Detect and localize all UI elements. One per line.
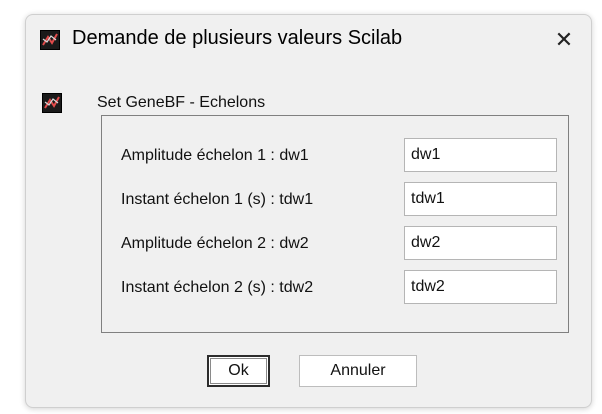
screen: Demande de plusieurs valeurs Scilab ✕ Se… [0, 0, 602, 414]
group-label: Set GeneBF - Echelons [97, 94, 266, 111]
scilab-icon [42, 93, 62, 113]
tdw2-input[interactable] [404, 270, 557, 304]
cancel-button[interactable]: Annuler [299, 355, 417, 387]
title-bar[interactable]: Demande de plusieurs valeurs Scilab ✕ [26, 15, 591, 67]
field-label: Instant échelon 2 (s) : tdw2 [121, 279, 314, 296]
field-label: Amplitude échelon 2 : dw2 [121, 235, 309, 252]
parameters-panel: Amplitude échelon 1 : dw1 Instant échelo… [101, 115, 569, 333]
field-row-tdw1: Instant échelon 1 (s) : tdw1 [102, 182, 568, 218]
tdw1-input[interactable] [404, 182, 557, 216]
close-icon: ✕ [554, 27, 574, 52]
field-row-tdw2: Instant échelon 2 (s) : tdw2 [102, 270, 568, 306]
scilab-icon [40, 30, 60, 50]
field-row-dw2: Amplitude échelon 2 : dw2 [102, 226, 568, 262]
field-label: Amplitude échelon 1 : dw1 [121, 147, 309, 164]
dw2-input[interactable] [404, 226, 557, 260]
ok-button[interactable]: Ok [207, 355, 270, 387]
dw1-input[interactable] [404, 138, 557, 172]
field-row-dw1: Amplitude échelon 1 : dw1 [102, 138, 568, 174]
close-button[interactable]: ✕ [547, 25, 581, 55]
field-label: Instant échelon 1 (s) : tdw1 [121, 191, 314, 208]
dialog-window: Demande de plusieurs valeurs Scilab ✕ Se… [25, 14, 592, 408]
window-title: Demande de plusieurs valeurs Scilab [72, 27, 403, 49]
